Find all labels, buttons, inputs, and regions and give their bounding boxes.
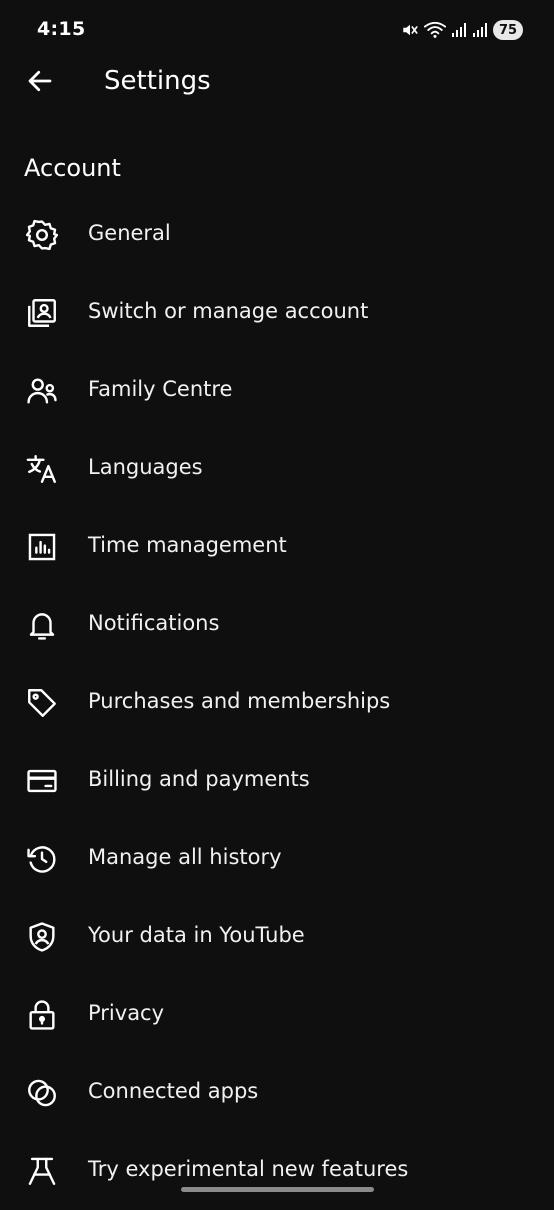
status-bar: 4:15 75 [0,0,554,60]
settings-item-label: General [88,221,171,245]
settings-item-label: Billing and payments [88,767,310,791]
bell-icon [24,607,60,643]
settings-item-purchases[interactable]: Purchases and memberships [0,664,554,742]
settings-item-label: Manage all history [88,845,282,869]
settings-item-connected-apps[interactable]: Connected apps [0,1054,554,1132]
settings-item-billing[interactable]: Billing and payments [0,742,554,820]
arrow-left-icon [25,66,55,100]
back-button[interactable] [20,61,60,105]
settings-item-label: Try experimental new features [88,1157,409,1181]
settings-item-switch-account[interactable]: Switch or manage account [0,274,554,352]
settings-item-label: Time management [88,533,287,557]
app-bar: Settings [0,52,554,114]
settings-item-label: Purchases and memberships [88,689,391,713]
settings-item-history[interactable]: Manage all history [0,820,554,898]
settings-item-label: Your data in YouTube [88,923,305,947]
status-time: 4:15 [37,18,86,40]
shield-person-icon [24,919,60,955]
history-icon [24,841,60,877]
settings-item-time-management[interactable]: Time management [0,508,554,586]
signal-icon [472,22,488,38]
chart-icon [24,529,60,565]
account-box-icon [24,295,60,331]
connected-apps-icon [24,1075,60,1111]
settings-item-notifications[interactable]: Notifications [0,586,554,664]
translate-icon [24,451,60,487]
settings-item-family-centre[interactable]: Family Centre [0,352,554,430]
settings-list: General Switch or manage account Family … [0,196,554,1210]
settings-item-general[interactable]: General [0,196,554,274]
settings-item-label: Family Centre [88,377,233,401]
settings-item-languages[interactable]: Languages [0,430,554,508]
mute-icon [401,21,419,39]
page-title: Settings [104,66,211,96]
section-header-account: Account [24,154,121,182]
gear-icon [24,217,60,253]
signal-icon [451,22,467,38]
wifi-icon [424,21,446,39]
gesture-nav-handle[interactable] [181,1187,374,1192]
lock-icon [24,997,60,1033]
settings-item-label: Languages [88,455,203,479]
tag-icon [24,685,60,721]
status-icons: 75 [401,19,523,41]
settings-item-label: Connected apps [88,1079,259,1103]
card-icon [24,763,60,799]
settings-item-privacy[interactable]: Privacy [0,976,554,1054]
settings-item-label: Notifications [88,611,220,635]
family-icon [24,373,60,409]
settings-item-label: Privacy [88,1001,165,1025]
flask-icon [24,1153,60,1189]
settings-item-experimental[interactable]: Try experimental new features [0,1132,554,1210]
battery-indicator: 75 [493,20,523,40]
settings-item-label: Switch or manage account [88,299,369,323]
settings-item-your-data[interactable]: Your data in YouTube [0,898,554,976]
